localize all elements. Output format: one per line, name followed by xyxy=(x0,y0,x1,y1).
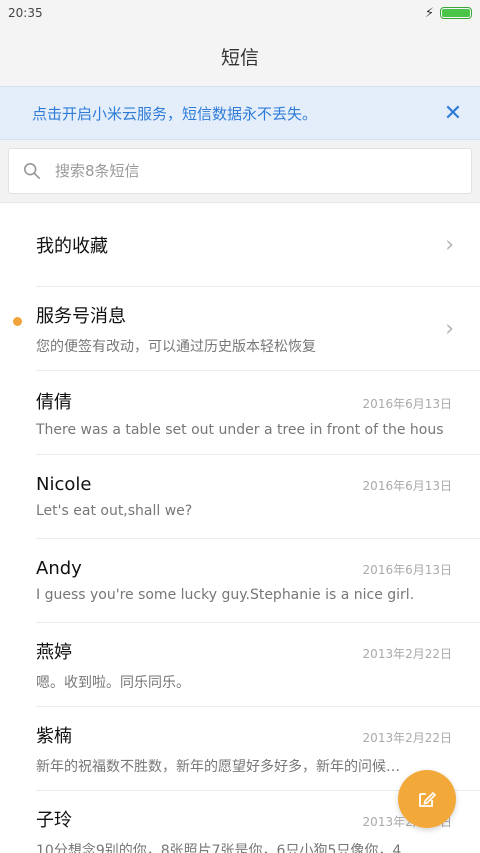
contact-name: 服务号消息 xyxy=(36,305,126,327)
message-date: 2016年6月13日 xyxy=(362,479,452,493)
message-date: 2016年6月13日 xyxy=(362,563,452,577)
chevron-right-icon: › xyxy=(445,316,454,341)
chevron-right-icon: › xyxy=(445,232,454,257)
search-icon xyxy=(23,162,41,180)
conversation-row[interactable]: Nicole 2016年6月13日 Let's eat out,shall we? xyxy=(36,455,480,539)
message-preview: I guess you're some lucky guy.Stephanie … xyxy=(36,587,415,603)
row-header: Andy 2016年6月13日 xyxy=(36,558,452,579)
search-box[interactable] xyxy=(8,148,472,194)
message-preview: Let's eat out,shall we? xyxy=(36,503,193,519)
conversation-row[interactable]: 燕婷 2013年2月22日嗯。收到啦。同乐同乐。 xyxy=(36,623,480,707)
row-header: 紫楠 2013年2月22日 xyxy=(36,722,452,748)
message-preview: 10分想念9别的你，8张照片7张是你，6只小狗5只像你，4… xyxy=(36,842,416,853)
conversation-row[interactable]: 倩倩 2016年6月13日 There was a table set out un… xyxy=(36,371,480,455)
message-date: 2013年2月22日 xyxy=(362,730,452,745)
search-input[interactable] xyxy=(55,162,471,180)
charging-icon: ⚡ xyxy=(424,5,434,21)
page-title: 短信 xyxy=(220,46,259,69)
contact-name: 紫楠 xyxy=(36,725,72,747)
message-preview: 新年的祝福数不胜数，新年的愿望好多好多，新年的问候… xyxy=(36,758,400,775)
compose-button[interactable] xyxy=(398,770,456,828)
banner-text[interactable]: 点击开启小米云服务，短信数据永不丢失。 xyxy=(32,103,317,124)
message-date: 2013年2月22日 xyxy=(362,646,452,661)
status-time: 20:35 xyxy=(8,6,43,20)
close-icon[interactable]: ✕ xyxy=(440,101,466,126)
contact-name: Nicole xyxy=(36,474,92,495)
status-icons: ⚡ xyxy=(425,6,472,21)
favorites-item[interactable]: 我的收藏 › xyxy=(36,203,480,287)
compose-icon xyxy=(419,791,437,807)
message-preview: 您的便签有改动，可以通过历史版本轻松恢复 xyxy=(36,338,316,355)
cloud-banner[interactable]: 点击开启小米云服务，短信数据永不丢失。 ✕ xyxy=(0,86,480,140)
row-header: 服务号消息 xyxy=(36,302,452,328)
message-date: 2016年6月13日 xyxy=(362,396,452,411)
title-bar: 短信 xyxy=(0,26,480,86)
row-header: 燕婷 2013年2月22日 xyxy=(36,638,452,664)
row-header: Nicole 2016年6月13日 xyxy=(36,474,452,495)
status-bar: 20:35 ⚡ xyxy=(0,0,480,26)
conversation-row[interactable]: Andy 2016年6月13日 I guess you're some lucky … xyxy=(36,539,480,623)
contact-name: Andy xyxy=(36,558,82,579)
row-header: 倩倩 2016年6月13日 xyxy=(36,388,452,414)
message-preview: There was a table set out under a tree i… xyxy=(36,421,444,438)
contact-name: 燕婷 xyxy=(36,641,72,663)
conversation-list: 我的收藏 › 服务号消息您的便签有改动，可以通过历史版本轻松恢复 › 倩倩 2016年6月… xyxy=(0,202,480,853)
unread-dot xyxy=(13,317,22,326)
search-bar xyxy=(0,140,480,202)
contact-name: 我的收藏 xyxy=(36,235,108,257)
contact-name: 子玲 xyxy=(36,809,72,831)
battery-icon xyxy=(440,7,472,19)
service-messages-item[interactable]: 服务号消息您的便签有改动，可以通过历史版本轻松恢复 › xyxy=(13,287,480,371)
contact-name: 倩倩 xyxy=(36,391,72,413)
message-preview: 嗯。收到啦。同乐同乐。 xyxy=(36,674,190,691)
row-header: 子玲 2013年2月22日 xyxy=(36,806,452,832)
row-header: 我的收藏 xyxy=(36,232,452,258)
